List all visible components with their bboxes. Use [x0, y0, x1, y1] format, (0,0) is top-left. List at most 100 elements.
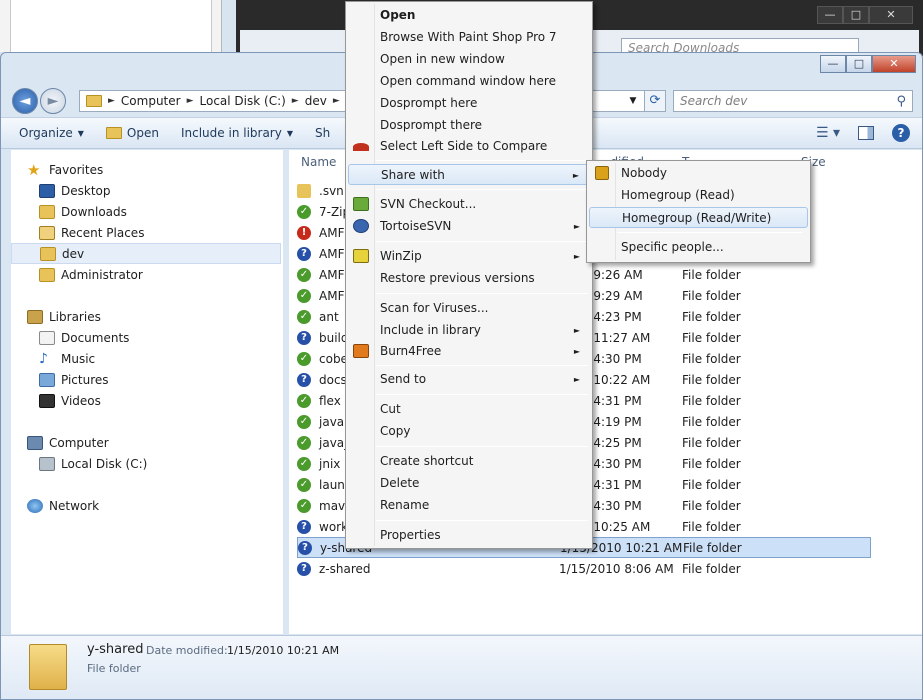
open-button[interactable]: Open — [105, 126, 159, 140]
menu-label: Nobody — [621, 166, 667, 180]
file-type: File folder — [682, 498, 741, 513]
downloads-folder-icon — [39, 204, 55, 219]
menu-svn-checkout[interactable]: SVN Checkout... — [348, 194, 590, 215]
background-caption-buttons: — □ ✕ — [817, 6, 913, 24]
share-nobody[interactable]: Nobody — [589, 163, 808, 184]
menu-winzip[interactable]: WinZip ► — [348, 246, 590, 267]
menu-share-with[interactable]: Share with ► — [348, 164, 590, 185]
nav-downloads[interactable]: Downloads — [11, 201, 281, 222]
include-in-library-button[interactable]: Include in library ▼ — [181, 126, 293, 140]
menu-rename[interactable]: Rename — [348, 495, 590, 516]
menu-properties[interactable]: Properties — [348, 525, 590, 546]
menu-separator — [376, 365, 588, 366]
background-window-left-content — [10, 0, 212, 52]
share-specific-people[interactable]: Specific people... — [589, 237, 808, 258]
nav-label: Music — [61, 351, 96, 366]
folder-open-icon — [105, 127, 122, 139]
menu-separator — [376, 446, 588, 447]
nav-desktop[interactable]: Desktop — [11, 180, 281, 201]
nav-local-disk[interactable]: Local Disk (C:) — [11, 453, 281, 474]
chevron-down-icon[interactable]: ▼ — [623, 90, 643, 112]
background-maximize-button[interactable]: □ — [843, 6, 869, 24]
chevron-right-icon: ► — [573, 375, 580, 384]
chevron-right-icon[interactable]: ► — [187, 96, 194, 106]
svn-modified-icon: ! — [297, 225, 311, 240]
menu-cut[interactable]: Cut — [348, 399, 590, 420]
search-input[interactable]: Search dev ⚲ — [673, 90, 913, 112]
breadcrumb-local-disk[interactable]: Local Disk (C:) — [200, 94, 286, 108]
preview-pane-icon[interactable] — [858, 126, 874, 140]
nav-favorites[interactable]: ★ Favorites — [11, 159, 281, 180]
nav-music[interactable]: ♪ Music — [11, 348, 281, 369]
nav-label: Downloads — [61, 204, 127, 219]
menu-copy[interactable]: Copy — [348, 421, 590, 442]
menu-create-shortcut[interactable]: Create shortcut — [348, 451, 590, 472]
svn-unversioned-icon: ? — [297, 519, 311, 534]
menu-dosprompt-here[interactable]: Dosprompt here — [348, 93, 590, 114]
nav-pictures[interactable]: Pictures — [11, 369, 281, 390]
breadcrumb-computer[interactable]: Computer — [121, 94, 181, 108]
organize-button[interactable]: Organize ▼ — [19, 126, 84, 140]
menu-open-command-window[interactable]: Open command window here — [348, 71, 590, 92]
menu-browse-paint-shop-pro[interactable]: Browse With Paint Shop Pro 7 — [348, 27, 590, 48]
chevron-down-icon: ▼ — [77, 128, 84, 138]
nav-dev[interactable]: dev — [11, 243, 281, 264]
menu-delete[interactable]: Delete — [348, 473, 590, 494]
chevron-right-icon[interactable]: ► — [292, 96, 299, 106]
menu-label: SVN Checkout... — [380, 197, 477, 211]
chevron-right-icon[interactable]: ► — [333, 96, 340, 106]
menu-restore-previous-versions[interactable]: Restore previous versions — [348, 268, 590, 289]
nav-libraries[interactable]: Libraries — [11, 306, 281, 327]
file-type: File folder — [682, 477, 741, 492]
menu-send-to[interactable]: Send to ► — [348, 369, 590, 390]
menu-separator — [376, 394, 588, 395]
share-homegroup-read-write[interactable]: Homegroup (Read/Write) — [589, 207, 808, 228]
background-minimize-button[interactable]: — — [817, 6, 843, 24]
minimize-button[interactable]: — — [820, 55, 846, 73]
refresh-button[interactable]: ⟳ — [644, 90, 666, 112]
view-options-icon[interactable]: ☰ ▾ — [816, 125, 840, 141]
search-icon[interactable]: ⚲ — [896, 94, 906, 109]
maximize-button[interactable]: □ — [846, 55, 872, 73]
details-name: y-shared — [87, 642, 144, 657]
svn-unversioned-icon: ? — [297, 561, 311, 576]
forward-button[interactable]: ► — [40, 88, 66, 114]
file-type: File folder — [682, 414, 741, 429]
menu-select-left-side[interactable]: Select Left Side to Compare — [348, 136, 590, 157]
file-type: File folder — [682, 330, 741, 345]
help-icon[interactable]: ? — [892, 124, 910, 142]
menu-open-new-window[interactable]: Open in new window — [348, 49, 590, 70]
winzip-icon — [353, 249, 369, 263]
folder-icon — [39, 267, 55, 282]
nav-administrator[interactable]: Administrator — [11, 264, 281, 285]
nav-label: Local Disk (C:) — [61, 456, 148, 471]
table-row[interactable]: ? z-shared 1/15/2010 8:06 AM File folder — [297, 558, 871, 579]
nav-documents[interactable]: Documents — [11, 327, 281, 348]
menu-tortoisesvn[interactable]: TortoiseSVN ► — [348, 216, 590, 237]
column-header-name[interactable]: Name — [301, 150, 336, 174]
nav-label: Computer — [49, 435, 109, 450]
folder-icon — [29, 644, 67, 690]
nav-network[interactable]: Network — [11, 495, 281, 516]
pictures-icon — [39, 372, 55, 387]
chevron-right-icon[interactable]: ► — [108, 96, 115, 106]
breadcrumb-dev[interactable]: dev — [305, 94, 327, 108]
menu-open[interactable]: Open — [348, 5, 590, 26]
back-button[interactable]: ◄ — [12, 88, 38, 114]
svn-normal-icon: ✓ — [297, 393, 311, 408]
nav-recent-places[interactable]: Recent Places — [11, 222, 281, 243]
close-button[interactable]: ✕ — [872, 55, 916, 73]
share-homegroup-read[interactable]: Homegroup (Read) — [589, 185, 808, 206]
open-label: Open — [126, 126, 159, 140]
background-close-button[interactable]: ✕ — [869, 6, 913, 24]
nav-computer[interactable]: Computer — [11, 432, 281, 453]
menu-separator — [376, 293, 588, 294]
share-with-button[interactable]: Sh — [315, 126, 330, 140]
menu-dosprompt-there[interactable]: Dosprompt there — [348, 115, 590, 136]
menu-burn4free[interactable]: Burn4Free ► — [348, 341, 590, 362]
menu-scan-for-viruses[interactable]: Scan for Viruses... — [348, 298, 590, 319]
nav-videos[interactable]: Videos — [11, 390, 281, 411]
network-icon — [27, 498, 43, 513]
computer-icon — [27, 435, 43, 450]
menu-include-in-library[interactable]: Include in library ► — [348, 320, 590, 341]
